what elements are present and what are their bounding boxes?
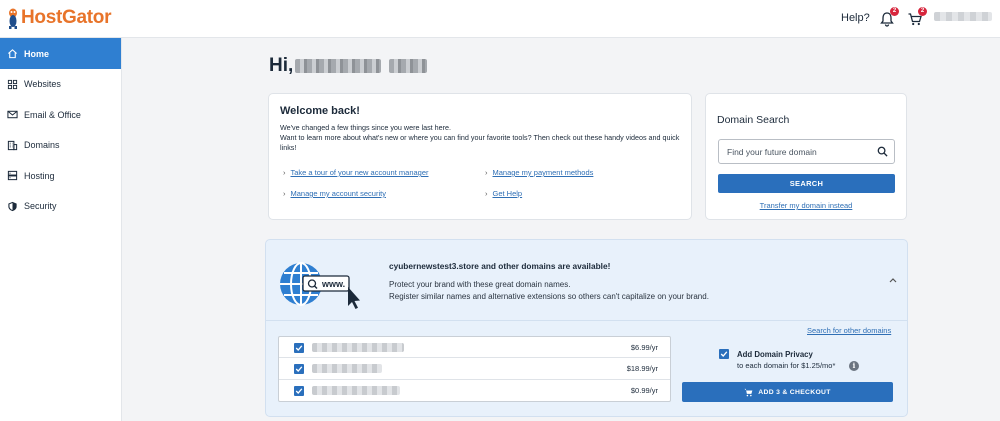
search-button[interactable]: SEARCH: [718, 174, 895, 193]
page-greeting: Hi,: [269, 55, 428, 77]
sidebar-item-email-office[interactable]: Email & Office: [0, 100, 121, 131]
domain-price: $0.99/yr: [630, 385, 658, 395]
suggestions-title: cyubernewstest3.store and other domains …: [389, 261, 611, 271]
suggestions-line-1: Protect your brand with these great doma…: [389, 280, 571, 289]
sidebar-item-domains[interactable]: Domains: [0, 130, 121, 161]
domain-name-redacted: [312, 364, 382, 374]
sidebar-item-security[interactable]: Security: [0, 191, 121, 222]
add-and-checkout-button[interactable]: ADD 3 & CHECKOUT: [682, 382, 893, 402]
domain-checkbox[interactable]: [294, 343, 304, 353]
hostgator-logo[interactable]: HostGator: [6, 6, 112, 30]
domain-search-field[interactable]: [718, 139, 895, 164]
notifications-badge: 2: [890, 7, 899, 16]
cart-icon: [744, 388, 753, 396]
chevron-right-icon: ›: [485, 168, 488, 177]
cart-badge: 2: [918, 7, 927, 16]
globe-www-icon: www.: [280, 262, 360, 309]
domain-search-card: Domain Search SEARCH Transfer my domain …: [705, 93, 907, 220]
domain-name-redacted: [312, 385, 400, 395]
domain-name-redacted: [312, 343, 404, 352]
chevron-right-icon: ›: [283, 189, 286, 198]
cart-button[interactable]: 2: [905, 7, 927, 29]
domain-privacy-checkbox[interactable]: [719, 349, 729, 359]
link-account-security[interactable]: › Manage my account security: [283, 189, 386, 198]
gator-logo-icon: [9, 8, 17, 29]
domain-search-title: Domain Search: [717, 114, 790, 126]
sidebar-item-label: Hosting: [24, 170, 55, 181]
chevron-right-icon: ›: [283, 168, 286, 177]
suggestions-line-2: Register similar names and alternative e…: [389, 292, 709, 301]
grid-icon: [7, 79, 18, 89]
link-label: Manage my payment methods: [492, 168, 594, 177]
sidebar-item-label: Security: [24, 201, 57, 212]
domain-row[interactable]: $18.99/yr: [279, 358, 670, 380]
link-label: Get Help: [492, 189, 523, 198]
notifications-button[interactable]: 2: [877, 7, 899, 29]
welcome-line-2: Want to learn more about what's new or w…: [280, 133, 680, 152]
domain-row[interactable]: $0.99/yr: [279, 380, 670, 401]
domain-search-input[interactable]: [719, 140, 869, 163]
domain-privacy-price: to each domain for $1.25/mo*: [737, 361, 836, 370]
sidebar: Home Websites Email & Office Domains Hos…: [0, 38, 122, 421]
domain-checkbox[interactable]: [294, 385, 304, 396]
domain-options-table: $6.99/yr $18.99/yr $0.99/yr: [278, 336, 671, 402]
checkmark-icon: [295, 345, 303, 351]
domain-price: $18.99/yr: [626, 364, 658, 374]
welcome-card: Welcome back! We've changed a few things…: [268, 93, 692, 220]
logo-text: HostGator: [21, 7, 112, 28]
domain-row[interactable]: $6.99/yr: [279, 337, 670, 359]
home-icon: [8, 49, 17, 59]
help-link[interactable]: Help?: [841, 12, 870, 24]
user-menu[interactable]: [934, 12, 992, 21]
link-label: Take a tour of your new account manager: [290, 168, 429, 177]
domain-price: $6.99/yr: [630, 343, 658, 352]
search-other-domains-link[interactable]: Search for other domains: [807, 326, 891, 335]
domain-privacy-title: Add Domain Privacy: [737, 350, 813, 359]
top-bar: HostGator Help? 2 2: [0, 0, 1000, 38]
shield-icon: [8, 201, 17, 211]
sidebar-item-label: Websites: [24, 79, 61, 90]
sidebar-item-hosting[interactable]: Hosting: [0, 161, 121, 192]
domain-checkbox[interactable]: [294, 364, 304, 375]
chevron-right-icon: ›: [485, 189, 488, 198]
greeting-prefix: Hi,: [269, 55, 294, 76]
globe-www-text: www.: [321, 279, 345, 289]
checkout-label: ADD 3 & CHECKOUT: [758, 388, 831, 396]
welcome-line-1: We've changed a few things since you wer…: [280, 123, 452, 132]
sidebar-item-home[interactable]: Home: [0, 38, 121, 69]
sidebar-item-label: Email & Office: [24, 109, 81, 120]
checkmark-icon: [295, 387, 303, 394]
sidebar-item-label: Domains: [24, 140, 60, 151]
checkmark-icon: [295, 366, 303, 373]
domain-suggestions-panel: www. cyubernewstest3.store and other dom…: [265, 239, 908, 417]
mail-icon: [7, 111, 18, 119]
transfer-domain-link[interactable]: Transfer my domain instead: [706, 201, 906, 210]
divider: [266, 320, 907, 321]
sidebar-item-label: Home: [24, 48, 50, 59]
link-get-help[interactable]: › Get Help: [485, 189, 522, 198]
search-icon[interactable]: [877, 146, 888, 157]
sidebar-item-websites[interactable]: Websites: [0, 69, 121, 100]
link-account-tour[interactable]: › Take a tour of your new account manager: [283, 168, 429, 177]
link-payment-methods[interactable]: › Manage my payment methods: [485, 168, 593, 177]
server-icon: [7, 171, 18, 181]
chevron-up-icon[interactable]: [889, 277, 897, 283]
user-name-redacted: [295, 59, 382, 73]
building-icon: [7, 140, 18, 150]
link-label: Manage my account security: [290, 189, 386, 198]
checkmark-icon: [720, 351, 728, 357]
welcome-title: Welcome back!: [280, 105, 360, 117]
info-icon[interactable]: i: [849, 361, 859, 371]
user-surname-redacted: [389, 59, 428, 73]
